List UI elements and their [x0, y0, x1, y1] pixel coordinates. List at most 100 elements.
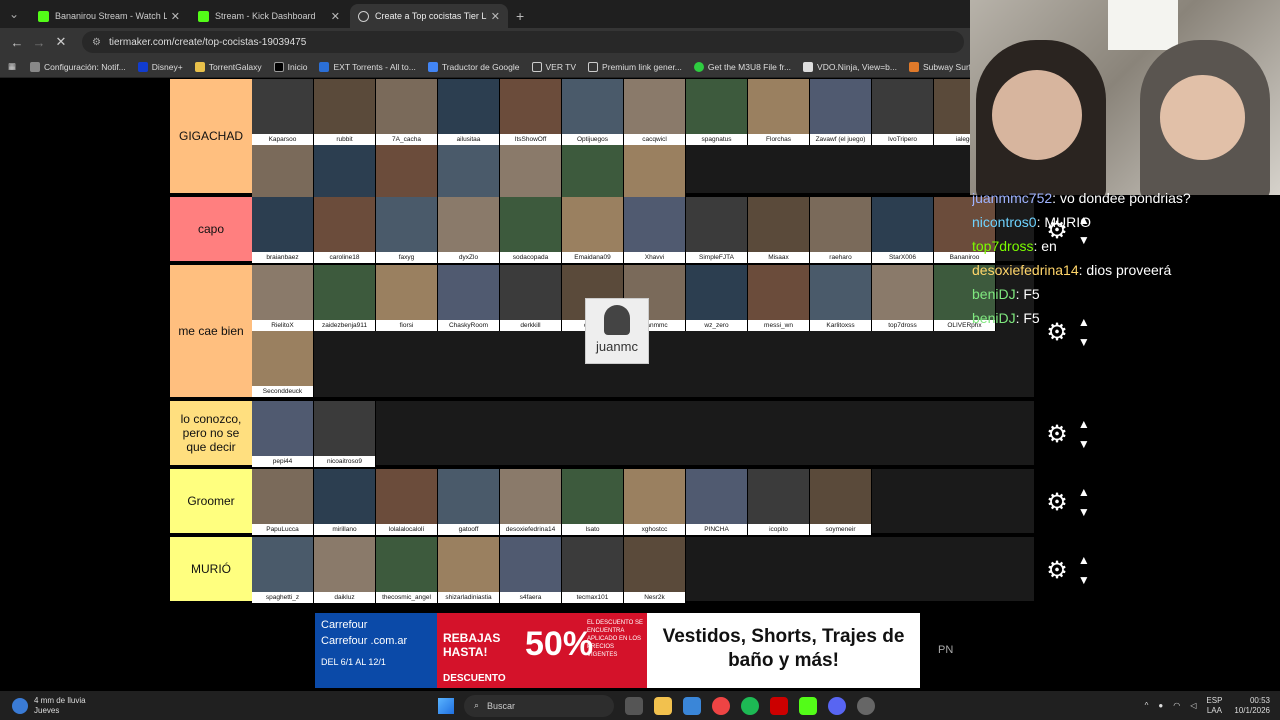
- chevron-up-icon[interactable]: ▲: [1078, 414, 1090, 434]
- url-field[interactable]: ⚙ tiermaker.com/create/top-cocistas-1903…: [82, 31, 964, 53]
- tier-item[interactable]: Karlitoxss: [810, 265, 872, 331]
- tier-item[interactable]: PINCHA: [686, 469, 748, 535]
- tier-item[interactable]: soymeneir: [810, 469, 872, 535]
- tier-item[interactable]: Emaidana09: [562, 197, 624, 263]
- tier-item[interactable]: 7A_cacha: [376, 79, 438, 145]
- tier-item[interactable]: mirillano: [314, 469, 376, 535]
- tier-item[interactable]: daikluz: [314, 537, 376, 603]
- tier-item[interactable]: rubbit: [314, 79, 376, 145]
- task-view-icon[interactable]: [625, 696, 643, 715]
- close-icon[interactable]: ✕: [331, 10, 340, 23]
- tab-2[interactable]: Create a Top cocistas Tier List - ✕: [350, 4, 508, 28]
- tier-label[interactable]: MURIÓ: [170, 537, 252, 601]
- bookmark-7[interactable]: Premium link gener...: [588, 61, 682, 72]
- tier-item[interactable]: gatooff: [438, 469, 500, 535]
- tier-label[interactable]: GIGACHAD: [170, 79, 252, 193]
- language-indicator[interactable]: ESP LAA: [1206, 696, 1222, 716]
- site-info-icon[interactable]: ⚙: [92, 37, 101, 48]
- tier-item[interactable]: shizarladiniastia: [438, 537, 500, 603]
- tier-item[interactable]: zaidezbenja911: [314, 265, 376, 331]
- stop-x-icon[interactable]: ✕: [50, 34, 72, 50]
- file-explorer-icon[interactable]: [654, 696, 672, 715]
- tier-item[interactable]: xghostcc: [624, 469, 686, 535]
- spotify-icon[interactable]: [741, 696, 759, 715]
- chevron-up-icon[interactable]: ▲: [1078, 482, 1090, 502]
- ad-banner[interactable]: Carrefour Carrefour .com.ar DEL 6/1 AL 1…: [315, 613, 920, 688]
- discord-icon[interactable]: [828, 696, 846, 715]
- tray-app-icon[interactable]: ●: [1158, 701, 1163, 710]
- photos-icon[interactable]: [683, 696, 701, 715]
- chevron-up-icon[interactable]: ▲: [1078, 550, 1090, 570]
- tab-0[interactable]: Bananirou Stream - Watch Live ✕: [30, 4, 188, 28]
- tier-label[interactable]: capo: [170, 197, 252, 261]
- tier-item[interactable]: RielitoX: [252, 265, 314, 331]
- bookmark-9[interactable]: VDO.Ninja, View=b...: [803, 61, 897, 72]
- forward-arrow-icon[interactable]: →: [28, 35, 50, 50]
- tier-item[interactable]: Zavawf (el juego): [810, 79, 872, 145]
- video-app-icon[interactable]: [770, 696, 788, 715]
- bookmark-4[interactable]: EXT Torrents - All to...: [319, 61, 416, 72]
- bookmark-3[interactable]: Inicio: [273, 61, 307, 72]
- bookmark-1[interactable]: Disney+: [137, 61, 183, 72]
- tier-item[interactable]: Xhavvi: [624, 197, 686, 263]
- chevron-up-icon[interactable]: ^: [1145, 701, 1149, 710]
- chrome-icon[interactable]: [712, 696, 730, 715]
- tier-item[interactable]: wz_zero: [686, 265, 748, 331]
- tier-item[interactable]: ailusitaa: [438, 79, 500, 145]
- tier-item[interactable]: Misaax: [748, 197, 810, 263]
- tier-item[interactable]: lolalalocalolí: [376, 469, 438, 535]
- tier-item[interactable]: Optijuegos: [562, 79, 624, 145]
- tier-label[interactable]: me cae bien: [170, 265, 252, 397]
- tier-item[interactable]: Kaparsoo: [252, 79, 314, 145]
- clock[interactable]: 00:53 10/1/2026: [1234, 696, 1270, 716]
- gear-icon[interactable]: ⚙: [1046, 488, 1068, 517]
- tier-label[interactable]: lo conozco, pero no se que decir: [170, 401, 252, 465]
- tier-item[interactable]: sodacopada: [500, 197, 562, 263]
- bookmark-6[interactable]: VER TV: [531, 61, 576, 72]
- tier-item[interactable]: icopito: [748, 469, 810, 535]
- close-icon[interactable]: ✕: [171, 10, 180, 23]
- chevron-down-icon[interactable]: ▼: [1078, 502, 1090, 522]
- gear-icon[interactable]: ⚙: [1046, 420, 1068, 449]
- bookmark-0[interactable]: Configuración: Notif...: [30, 61, 126, 72]
- taskbar-search[interactable]: ⌕ Buscar: [464, 694, 614, 717]
- tier-item[interactable]: StarX006: [872, 197, 934, 263]
- tier-item[interactable]: pepi44: [252, 401, 314, 467]
- tier-item[interactable]: nicoaitroso9: [314, 401, 376, 467]
- tier-item[interactable]: Nesr2k: [624, 537, 686, 603]
- tier-item[interactable]: desoxiefedrina14: [500, 469, 562, 535]
- tier-item[interactable]: braianbaez: [252, 197, 314, 263]
- tier-item[interactable]: cacqwicl: [624, 79, 686, 145]
- close-icon[interactable]: ✕: [491, 10, 500, 23]
- tier-item[interactable]: raeharo: [810, 197, 872, 263]
- wifi-icon[interactable]: ◠: [1173, 701, 1180, 710]
- weather-widget[interactable]: 4 mm de lluvia Jueves: [12, 696, 412, 716]
- kick-app-icon[interactable]: [799, 696, 817, 715]
- tier-item[interactable]: s4faera: [500, 537, 562, 603]
- tier-item[interactable]: thecosmic_angel: [376, 537, 438, 603]
- tier-item[interactable]: messi_wn: [748, 265, 810, 331]
- tier-item[interactable]: caroline18: [314, 197, 376, 263]
- tier-item[interactable]: top7dross: [872, 265, 934, 331]
- dragged-item-card[interactable]: juanmc: [585, 298, 649, 364]
- tier-item[interactable]: ChaskyRoom: [438, 265, 500, 331]
- back-arrow-icon[interactable]: ←: [6, 35, 28, 50]
- tier-item[interactable]: Isato: [562, 469, 624, 535]
- tier-item[interactable]: ItsShowOff: [500, 79, 562, 145]
- tier-item[interactable]: IvoTripero: [872, 79, 934, 145]
- tab-search-icon[interactable]: ⌄: [4, 4, 24, 24]
- bookmark-8[interactable]: Get the M3U8 File fr...: [693, 61, 791, 72]
- tier-item[interactable]: derkkill: [500, 265, 562, 331]
- tier-item[interactable]: tecmax101: [562, 537, 624, 603]
- apps-grid-icon[interactable]: ▦: [8, 61, 16, 72]
- tier-item[interactable]: fiorsi: [376, 265, 438, 331]
- tier-item[interactable]: spaghetti_z: [252, 537, 314, 603]
- tier-item[interactable]: spagnatus: [686, 79, 748, 145]
- tier-item[interactable]: dyxZlo: [438, 197, 500, 263]
- tier-item[interactable]: faxyg: [376, 197, 438, 263]
- tier-item[interactable]: Florchas: [748, 79, 810, 145]
- tier-label[interactable]: Groomer: [170, 469, 252, 533]
- bookmark-5[interactable]: Traductor de Google: [427, 61, 520, 72]
- tier-item[interactable]: SimpleFJTA: [686, 197, 748, 263]
- tier-item[interactable]: Seconddeuck: [252, 331, 314, 397]
